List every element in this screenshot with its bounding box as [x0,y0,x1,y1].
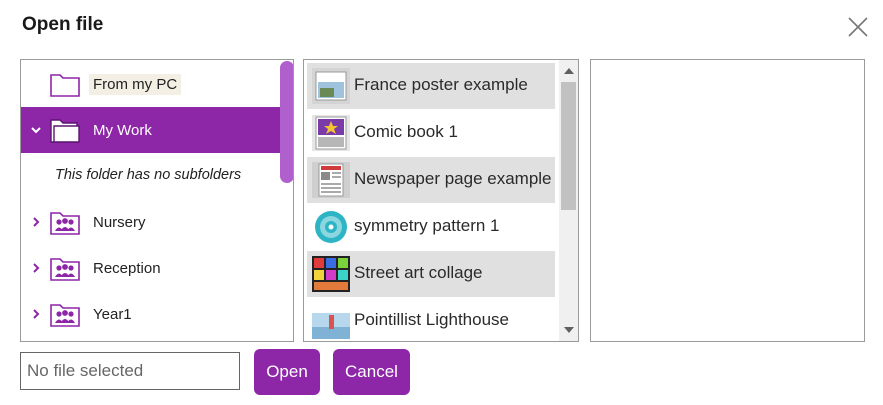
file-item[interactable]: France poster example [307,63,555,109]
folder-from-my-pc[interactable]: From my PC [21,61,293,107]
folder-label: From my PC [89,73,182,95]
open-folder-icon [50,119,80,143]
file-list: France poster example Comic book 1 Newsp… [303,59,579,342]
file-name: symmetry pattern 1 [354,216,500,235]
file-item[interactable]: Pointillist Lighthouse [307,298,555,341]
open-button[interactable]: Open [254,349,320,395]
folder-my-work[interactable]: My Work [21,107,293,153]
folder-group-reception[interactable]: Reception [21,245,293,291]
file-name: Street art collage [354,263,483,282]
folder-label: Year1 [93,305,132,323]
folder-label: Reception [93,259,161,277]
group-folder-icon [50,304,80,327]
scroll-down-icon[interactable] [564,327,574,333]
preview-pane [590,59,865,342]
collage-thumbnail [312,256,350,292]
close-icon[interactable] [846,15,870,39]
group-folder-icon [50,258,80,281]
folder-group-nursery[interactable]: Nursery [21,199,293,245]
file-item[interactable]: Street art collage [307,251,555,297]
poster-thumbnail [312,68,350,104]
file-item[interactable]: Newspaper page example [307,157,555,203]
folder-scrollbar[interactable] [280,61,293,183]
group-folder-icon [50,212,80,235]
newspaper-thumbnail [312,162,350,198]
dialog-title: Open file [22,14,104,35]
file-name: Pointillist Lighthouse [354,310,509,329]
folder-group-year1[interactable]: Year1 [21,291,293,337]
file-item[interactable]: Comic book 1 [307,110,555,156]
lighthouse-thumbnail [312,303,350,339]
chevron-down-icon[interactable] [30,124,42,136]
folder-panel: From my PC My Work This folder has no su… [20,59,294,342]
file-name: France poster example [354,75,528,94]
cancel-button[interactable]: Cancel [333,349,410,395]
file-list-scrollbar[interactable] [559,60,578,341]
file-name: Comic book 1 [354,122,458,141]
pattern-thumbnail [312,209,350,245]
folder-icon [50,74,80,97]
folder-label: Nursery [93,213,146,231]
scrollbar-thumb[interactable] [561,82,576,210]
file-item[interactable]: symmetry pattern 1 [307,204,555,250]
file-name: Newspaper page example [354,169,552,188]
chevron-right-icon[interactable] [30,262,42,274]
selected-file-field[interactable] [20,352,240,390]
chevron-right-icon[interactable] [30,308,42,320]
no-subfolders-message: This folder has no subfolders [55,167,242,183]
comic-thumbnail [312,115,350,151]
folder-label: My Work [93,121,152,139]
chevron-right-icon[interactable] [30,216,42,228]
scroll-up-icon[interactable] [564,68,574,74]
